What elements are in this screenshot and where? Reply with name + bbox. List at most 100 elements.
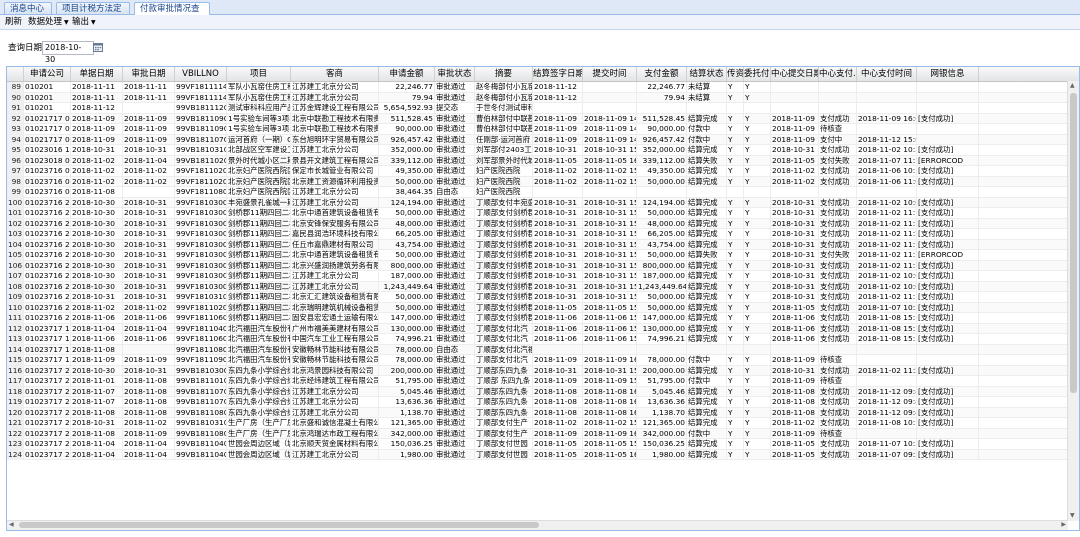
- table-row[interactable]: 100 01023716 25 2018-10-30 2018-10-31 99VF18…: [7, 197, 1067, 208]
- menu-item-1[interactable]: 数据处理 ▼: [28, 16, 69, 29]
- table-cell: [支付成功]: [917, 145, 979, 155]
- table-cell: 支付中: [819, 134, 857, 145]
- scroll-right-icon[interactable]: ▶: [1061, 521, 1066, 529]
- table-row[interactable]: 106 01023716 25 2018-10-30 2018-10-31 99VF18…: [7, 260, 1067, 271]
- column-header-17[interactable]: 中心支付...: [819, 67, 857, 81]
- column-header-16[interactable]: 中心提交日期: [771, 67, 819, 81]
- table-cell: 2018-10-31: [771, 250, 819, 260]
- table-row[interactable]: 91 010201 2018-11-12 99VB1811120 测试审科科应用产品 江苏…: [7, 103, 1067, 114]
- table-row[interactable]: 115 01023717 13 2018-11-09 2018-11-09 99VF18…: [7, 355, 1067, 366]
- table-row[interactable]: 116 01023717 21 2018-10-30 2018-10-31 99VB18…: [7, 365, 1067, 376]
- table-row[interactable]: 114 01023717 13 2018-11-08 99VF1811080 北汽福田汽…: [7, 344, 1067, 355]
- table-row[interactable]: 98 01023716 09 2018-11-02 2018-11-02 99VF181…: [7, 176, 1067, 187]
- table-row[interactable]: 123 01023717 27 2018-11-04 2018-11-04 99VB18…: [7, 439, 1067, 450]
- table-cell: [727, 187, 744, 197]
- vertical-scrollbar[interactable]: ▲ ▼: [1067, 81, 1079, 521]
- table-row[interactable]: 122 01023717 26 2018-11-08 2018-11-09 99VB18…: [7, 428, 1067, 439]
- table-cell: 2018-11-08: [71, 407, 123, 418]
- table-cell: 2018-11-07: [71, 397, 123, 407]
- column-header-6[interactable]: 客商: [291, 67, 379, 81]
- column-header-13[interactable]: 结算状态: [687, 67, 727, 81]
- table-cell: Y: [744, 92, 771, 103]
- table-row[interactable]: 92 01021717 03 2018-11-09 2018-11-09 99VB181…: [7, 113, 1067, 124]
- table-row[interactable]: 95 01023016 19 2018-10-31 2018-10-31 99VB181…: [7, 145, 1067, 156]
- table-cell: 2018-10-31: [533, 239, 583, 250]
- column-header-4[interactable]: VBILLNO: [175, 67, 227, 81]
- table-row[interactable]: 113 01023717 13 2018-11-06 2018-11-06 99VF18…: [7, 334, 1067, 345]
- column-header-8[interactable]: 审批状态: [435, 67, 475, 81]
- table-cell: [533, 103, 583, 113]
- column-header-18[interactable]: 中心支付时间: [857, 67, 917, 81]
- table-row[interactable]: 93 01021717 03 2018-11-09 2018-11-09 99VB181…: [7, 124, 1067, 135]
- table-row[interactable]: 117 01023717 21 2018-11-01 2018-11-08 99VB18…: [7, 376, 1067, 387]
- column-header-1[interactable]: 申请公司: [24, 67, 71, 81]
- column-header-12[interactable]: 支付金额: [637, 67, 687, 81]
- table-row[interactable]: 101 01023716 25 2018-10-30 2018-10-31 99VF18…: [7, 208, 1067, 219]
- column-header-15[interactable]: 委托付款: [744, 67, 771, 81]
- table-row[interactable]: 104 01023716 25 2018-10-30 2018-10-31 99VF18…: [7, 239, 1067, 250]
- table-cell: [支付成功]: [917, 197, 979, 208]
- table-row[interactable]: 118 01023717 21 2018-11-07 2018-11-08 99VB18…: [7, 386, 1067, 397]
- table-cell: 结算完成: [687, 302, 727, 313]
- table-row[interactable]: 108 01023716 25 2018-10-30 2018-10-31 99VF18…: [7, 281, 1067, 292]
- column-header-7[interactable]: 申请金额: [379, 67, 435, 81]
- table-row[interactable]: 107 01023716 25 2018-10-30 2018-10-31 99VF18…: [7, 271, 1067, 282]
- table-row[interactable]: 97 01023716 09 2018-11-02 2018-11-02 99VF181…: [7, 166, 1067, 177]
- table-row[interactable]: 121 01023717 26 2018-10-31 2018-11-02 99VB18…: [7, 418, 1067, 429]
- table-cell: 5,045.46: [379, 386, 435, 397]
- table-row[interactable]: 103 01023716 25 2018-10-30 2018-10-31 99VF18…: [7, 229, 1067, 240]
- table-row[interactable]: 120 01023717 21 2018-11-08 2018-11-08 99VB18…: [7, 407, 1067, 418]
- table-cell: 2018-10-31: [123, 197, 175, 208]
- table-cell: 2018-11-01: [71, 376, 123, 386]
- table-cell: Y: [727, 166, 744, 176]
- table-cell: 150,036.25: [637, 439, 687, 449]
- horizontal-scroll-thumb[interactable]: [19, 522, 539, 528]
- table-cell: 审批通过: [435, 449, 475, 460]
- column-header-11[interactable]: 提交时间: [583, 67, 637, 81]
- table-row[interactable]: 110 01023716 25 2018-11-02 2018-11-02 99VF18…: [7, 302, 1067, 313]
- table-cell: 2018-11-06: [771, 334, 819, 344]
- column-header-19[interactable]: 网银信息: [917, 67, 979, 81]
- table-cell: 丁顺部支付北汽: [475, 334, 533, 344]
- column-header-2[interactable]: 单据日期: [71, 67, 123, 81]
- table-row[interactable]: 119 01023717 21 2018-11-07 2018-11-08 99VB18…: [7, 397, 1067, 408]
- table-row[interactable]: 94 01021717 03 2018-11-09 2018-11-09 99VB181…: [7, 134, 1067, 145]
- menu-item-2[interactable]: 输出 ▼: [72, 16, 96, 29]
- table-row[interactable]: 99 01023716 09 2018-11-08 99VF1811080 北京妇产医院…: [7, 187, 1067, 198]
- table-row[interactable]: 96 01023018 03 2018-11-02 2018-11-04 99VB181…: [7, 155, 1067, 166]
- table-row[interactable]: 124 01023717 27 2018-11-04 2018-11-04 99VB18…: [7, 449, 1067, 460]
- query-date-input[interactable]: 2018-10-30: [42, 41, 94, 64]
- table-row[interactable]: 90 010201 2018-11-11 2018-11-11 99VF1811114 军…: [7, 92, 1067, 103]
- scroll-down-icon[interactable]: ▼: [1070, 512, 1075, 520]
- table-cell: 支付成功: [819, 166, 857, 176]
- table-cell: 2018-11-04: [123, 439, 175, 449]
- table-cell: 2018-11-08 15:18: [858, 334, 917, 344]
- table-cell: 2018-11-09: [533, 355, 583, 365]
- table-row[interactable]: 109 01023716 25 2018-10-31 2018-10-31 99VF18…: [7, 292, 1067, 303]
- horizontal-scrollbar[interactable]: ◀ ▶: [7, 520, 1068, 530]
- tab-1[interactable]: 项目计税方法定义: [56, 2, 130, 26]
- table-row[interactable]: 102 01023716 25 2018-10-30 2018-10-31 99VF18…: [7, 218, 1067, 229]
- table-row[interactable]: 112 01023717 13 2018-11-04 2018-11-04 99VF18…: [7, 323, 1067, 334]
- scroll-up-icon[interactable]: ▲: [1070, 82, 1075, 90]
- column-header-10[interactable]: 结算签字日期: [533, 67, 583, 81]
- column-header-14[interactable]: 传资金: [727, 67, 744, 81]
- vertical-scroll-thumb[interactable]: [1070, 93, 1077, 393]
- table-cell: 审批通过: [435, 323, 475, 334]
- calendar-icon[interactable]: [93, 42, 103, 52]
- column-header-3[interactable]: 审批日期: [123, 67, 175, 81]
- table-cell: 嘉民县润浩环境科技有限公司: [292, 229, 379, 239]
- table-cell: 2018-10-31: [533, 145, 583, 155]
- column-header-9[interactable]: 摘要: [475, 67, 533, 81]
- table-cell: 2018-11-09: [533, 124, 583, 134]
- tab-2[interactable]: 付款审批情况查询: [134, 2, 210, 26]
- column-header-5[interactable]: 项目: [227, 67, 291, 81]
- menu-item-0[interactable]: 刷新: [5, 16, 22, 28]
- table-cell: [917, 376, 979, 386]
- column-header-0[interactable]: [7, 67, 24, 81]
- table-row[interactable]: 111 01023716 25 2018-11-06 2018-11-06 99VF18…: [7, 313, 1067, 324]
- tab-0[interactable]: 消息中心: [4, 2, 52, 14]
- table-row[interactable]: 89 010201 2018-11-11 2018-11-11 99VF1811114 军…: [7, 82, 1067, 93]
- scroll-left-icon[interactable]: ◀: [9, 521, 14, 529]
- table-row[interactable]: 105 01023716 25 2018-10-30 2018-10-31 99VF18…: [7, 250, 1067, 261]
